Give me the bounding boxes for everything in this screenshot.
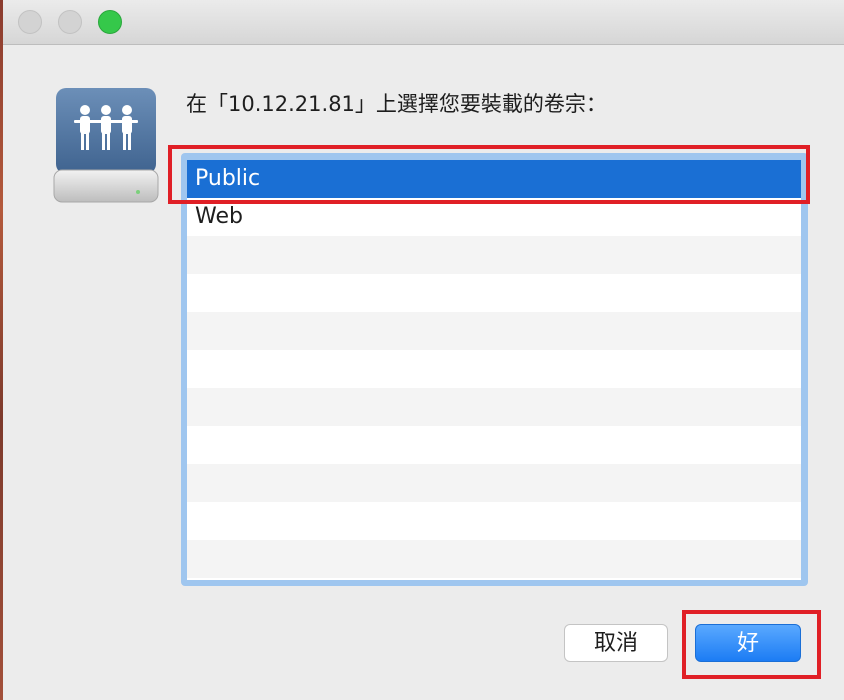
shared-server-drive-icon [52, 86, 160, 206]
ok-button-highlight-box [682, 610, 821, 679]
list-row-empty [187, 502, 801, 540]
minimize-icon[interactable] [58, 10, 82, 34]
list-row-empty [187, 540, 801, 578]
mount-volume-dialog: 在「10.12.21.81」上選擇您要裝載的卷宗： Public Web 取消 … [0, 0, 844, 700]
list-row-empty [187, 426, 801, 464]
list-row-empty [187, 388, 801, 426]
list-row-empty [187, 236, 801, 274]
list-row-empty [187, 274, 801, 312]
list-row-empty [187, 350, 801, 388]
title-bar [3, 0, 844, 45]
cancel-button[interactable]: 取消 [564, 624, 668, 662]
zoom-icon[interactable] [98, 10, 122, 34]
desktop-edge [0, 0, 3, 700]
list-row-empty [187, 312, 801, 350]
volume-list[interactable]: Public Web [187, 160, 801, 580]
dialog-prompt: 在「10.12.21.81」上選擇您要裝載的卷宗： [186, 92, 607, 116]
close-icon[interactable] [18, 10, 42, 34]
selection-highlight-box [168, 145, 810, 204]
list-row-empty [187, 464, 801, 502]
